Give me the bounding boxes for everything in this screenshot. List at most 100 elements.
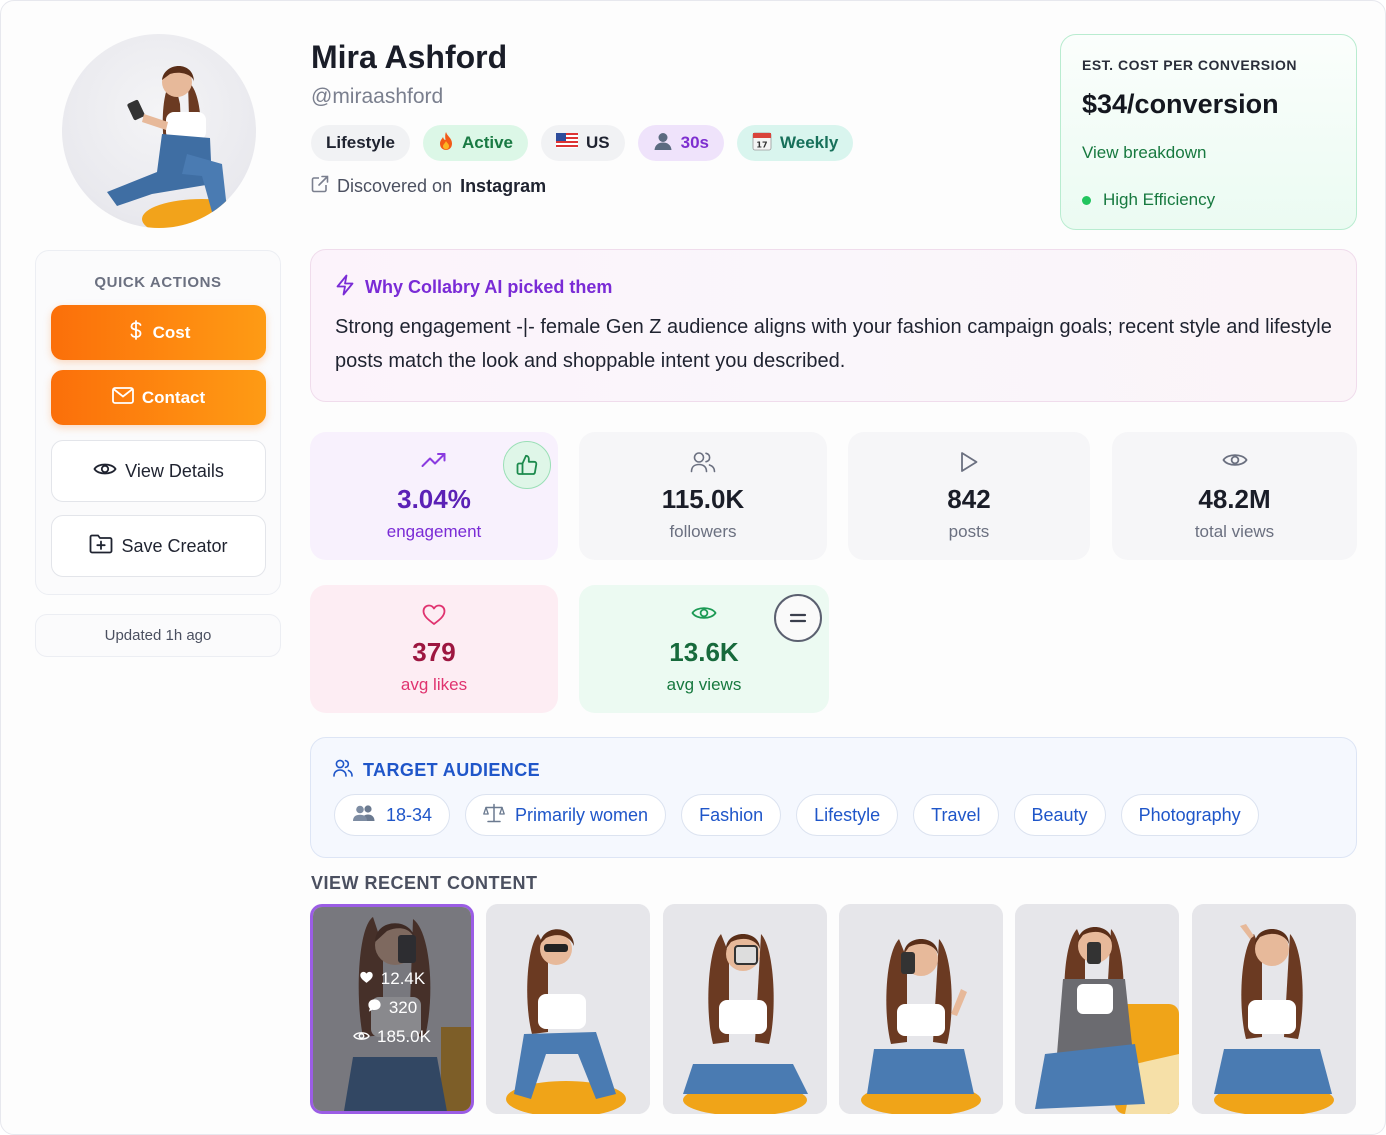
tag-lifestyle: Lifestyle [311,125,410,161]
tag-label: 30s [680,133,710,152]
svg-text:17: 17 [756,140,767,149]
avg-likes-label: avg likes [400,675,468,694]
cost-label: EST. COST PER CONVERSION [1082,57,1298,73]
recent-content-title: VIEW RECENT CONTENT [311,873,538,893]
audience-chip-interest[interactable]: Travel [913,794,999,836]
content-comments-value: 320 [388,998,418,1017]
avg-views-label: avg views [666,675,742,694]
tag-frequency: 17 Weekly [737,125,854,161]
creator-card: QUICK ACTIONS Cost Contact View Details … [0,0,1386,1135]
eye-icon [353,1027,370,1047]
tag-label: Lifestyle [326,133,395,152]
view-breakdown-link[interactable]: View breakdown [1082,143,1206,163]
scales-icon [483,803,505,828]
audience-chip-age[interactable]: 18-34 [334,794,451,836]
total-views-value: 48.2M [1198,484,1271,514]
creator-handle: @miraashford [311,85,444,108]
efficiency-indicator: High Efficiency [1082,190,1215,210]
chip-label: Photography [1138,804,1241,825]
heart-icon [310,604,558,626]
updated-timestamp: Updated 1h ago [35,614,281,657]
engagement-value: 3.04% [397,484,471,514]
stat-posts: 842 posts [848,432,1090,560]
content-stats: 12.4K 320 185.0K [313,969,471,1047]
lightning-icon [335,274,355,301]
cost-button-label: Cost [152,322,191,342]
content-thumbnail[interactable] [1192,904,1356,1114]
creator-avatar [62,34,256,228]
stat-engagement: 3.04% engagement [310,432,558,560]
thumbs-up-icon [516,454,538,475]
content-views-value: 185.0K [377,1027,431,1046]
equals-icon [789,613,807,623]
external-link-icon [311,175,329,198]
avg-likes-value: 379 [412,637,456,667]
contact-button-label: Contact [141,387,206,407]
target-audience-title-text: TARGET AUDIENCE [363,760,540,780]
contact-button[interactable]: Contact [51,370,266,425]
mail-icon [111,386,134,409]
content-likes-value: 12.4K [380,969,426,988]
cost-per-conversion-box: EST. COST PER CONVERSION $34/conversion … [1060,34,1357,230]
chip-label: Beauty [1031,804,1088,825]
content-image [839,904,1003,1114]
quick-actions-title: QUICK ACTIONS [94,274,222,291]
content-thumbnail[interactable] [1015,904,1179,1114]
total-views-label: total views [1194,522,1275,541]
followers-value: 115.0K [661,484,745,514]
content-image [1015,904,1179,1114]
ai-reason-title-text: Why Collabry AI picked them [365,277,613,297]
tag-label: Weekly [780,133,839,152]
thumbs-up-badge[interactable] [503,441,551,489]
discovered-platform: Instagram [460,176,547,196]
comment-icon [367,998,382,1018]
eye-icon [1112,451,1357,469]
heart-icon [359,969,374,989]
save-creator-button[interactable]: Save Creator [51,515,266,577]
tag-label: Active [461,133,514,152]
discovered-on: Discovered on Instagram [311,175,546,198]
stat-avg-likes: 379 avg likes [310,585,558,713]
tag-age: 30s [637,125,725,161]
audience-chip-interest[interactable]: Beauty [1013,794,1106,836]
content-comments: 320 [367,998,417,1018]
cost-value: $34/conversion [1082,89,1279,119]
users-icon [579,451,827,473]
stat-total-views: 48.2M total views [1112,432,1357,560]
calendar-icon: 17 [752,131,772,156]
audience-chip-interest[interactable]: Lifestyle [796,794,899,836]
ai-reason-panel: Why Collabry AI picked them Strong engag… [310,249,1357,402]
content-thumbnail[interactable] [663,904,827,1114]
quick-actions-panel: QUICK ACTIONS Cost Contact View Details … [35,250,281,595]
target-audience-title: TARGET AUDIENCE [333,759,540,782]
tag-country: US [541,125,625,161]
tag-label: US [586,133,610,152]
audience-chip-interest[interactable]: Photography [1120,794,1259,836]
content-thumbnail[interactable] [839,904,1003,1114]
chip-label: 18-34 [386,804,433,825]
ai-reason-text: Strong engagement -|- female Gen Z audie… [335,316,1332,372]
discovered-prefix: Discovered on [337,176,453,196]
dollar-icon [127,320,145,345]
tag-active: Active [422,125,529,161]
audience-chip-gender[interactable]: Primarily women [465,794,667,836]
fire-icon [438,131,454,156]
equal-badge[interactable] [774,594,822,642]
content-thumbnail[interactable] [486,904,650,1114]
creator-tags: Lifestyle Active US 30s 17 Weekly [311,125,854,161]
folder-plus-icon [89,534,113,559]
cost-button[interactable]: Cost [51,305,266,360]
view-details-button[interactable]: View Details [51,440,266,502]
content-image [1192,904,1356,1114]
chip-label: Fashion [699,804,764,825]
content-thumbnail-selected[interactable]: 12.4K 320 185.0K [310,904,474,1114]
users-icon [333,759,353,782]
stat-avg-views: 13.6K avg views [579,585,829,713]
stat-followers: 115.0K followers [579,432,827,560]
view-details-label: View Details [125,460,224,481]
creator-name: Mira Ashford [311,39,508,75]
audience-chip-interest[interactable]: Fashion [681,794,782,836]
content-views: 185.0K [353,1027,431,1047]
content-likes: 12.4K [359,969,425,989]
posts-value: 842 [947,484,991,514]
